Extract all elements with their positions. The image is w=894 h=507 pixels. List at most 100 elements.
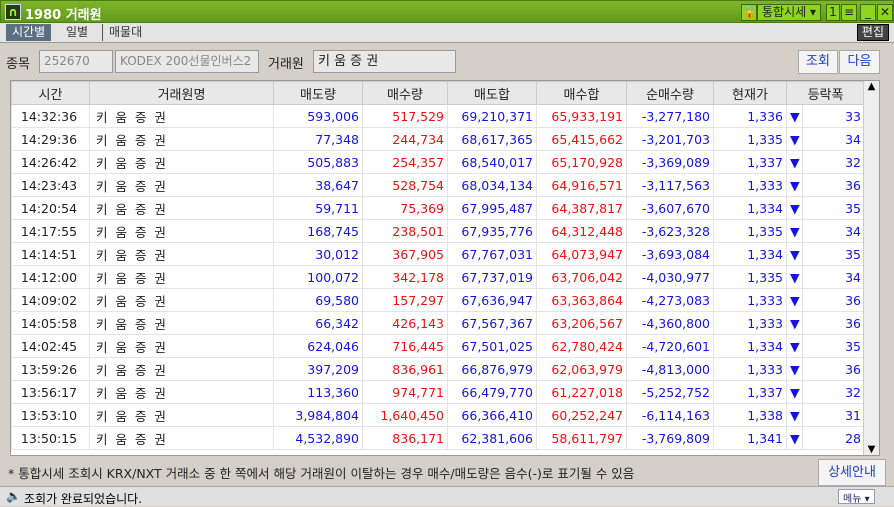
cell-7: 1,334 xyxy=(713,242,787,266)
cell-2: 624,046 xyxy=(273,334,363,358)
table-row[interactable]: 13:56:17 키 움 증 권 113,360 974,771 66,479,770 6… xyxy=(11,380,866,404)
screen-number-button[interactable]: 1 xyxy=(826,4,840,21)
column-header[interactable]: 등락폭 xyxy=(785,81,866,105)
cell-4: 67,501,025 xyxy=(447,334,537,358)
tab-by-time[interactable]: 시간별 xyxy=(6,24,52,41)
tab-daily[interactable]: 일별 xyxy=(60,24,94,41)
options-menu-icon[interactable]: ≡ xyxy=(841,4,857,21)
cell-8: 34 xyxy=(801,127,866,151)
cell-2: 593,006 xyxy=(273,104,363,128)
column-header[interactable]: 순매수량 xyxy=(626,81,714,105)
table-row[interactable]: 14:12:00 키 움 증 권 100,072 342,178 67,737,019 6… xyxy=(11,265,866,289)
cell-0: 13:53:10 xyxy=(11,403,90,427)
cell-4: 67,636,947 xyxy=(447,288,537,312)
down-arrow-icon: ▼ xyxy=(786,219,803,243)
cell-5: 64,387,817 xyxy=(536,196,627,220)
down-arrow-icon: ▼ xyxy=(786,173,803,197)
cell-6: -4,273,083 xyxy=(626,288,714,312)
table-row[interactable]: 14:29:36 키 움 증 권 77,348 244,734 68,617,365 65… xyxy=(11,127,866,151)
detail-guide-button[interactable]: 상세안내 xyxy=(818,459,886,486)
cell-7: 1,335 xyxy=(713,127,787,151)
down-arrow-icon: ▼ xyxy=(786,127,803,151)
menu-label: 메뉴 xyxy=(843,494,862,505)
table-row[interactable]: 14:20:54 키 움 증 권 59,711 75,369 67,995,487 64,… xyxy=(11,196,866,220)
column-header[interactable]: 현재가 xyxy=(713,81,787,105)
cell-5: 64,312,448 xyxy=(536,219,627,243)
table-row[interactable]: 14:14:51 키 움 증 권 30,012 367,905 67,767,031 64… xyxy=(11,242,866,266)
down-arrow-icon: ▼ xyxy=(786,426,803,450)
status-message: 조회가 완료되었습니다. xyxy=(24,492,143,506)
cell-2: 100,072 xyxy=(273,265,363,289)
cell-5: 58,611,797 xyxy=(536,426,627,450)
cell-8: 36 xyxy=(801,173,866,197)
cell-5: 65,933,191 xyxy=(536,104,627,128)
cell-3: 836,171 xyxy=(362,426,448,450)
broker-label: 거래원 xyxy=(268,57,304,72)
table-row[interactable]: 13:50:15 키 움 증 권 4,532,890 836,171 62,381,60… xyxy=(11,426,866,450)
cell-0: 13:56:17 xyxy=(11,380,90,404)
chevron-down-icon: ▾ xyxy=(809,5,817,19)
cell-8: 36 xyxy=(801,357,866,381)
stock-name-field: KODEX 200선물인버스2 xyxy=(115,50,259,73)
scroll-up-icon[interactable]: ▲ xyxy=(864,81,879,92)
table-row[interactable]: 14:09:02 키 움 증 권 69,580 157,297 67,636,947 63… xyxy=(11,288,866,312)
scroll-down-icon[interactable]: ▼ xyxy=(864,444,879,455)
menu-button[interactable]: 메뉴 ▾ xyxy=(838,489,875,505)
cell-6: -3,607,670 xyxy=(626,196,714,220)
table-row[interactable]: 14:02:45 키 움 증 권 624,046 716,445 67,501,025 6… xyxy=(11,334,866,358)
table-row[interactable]: 13:59:26 키 움 증 권 397,209 836,961 66,876,979 6… xyxy=(11,357,866,381)
cell-3: 517,529 xyxy=(362,104,448,128)
code-input[interactable]: 252670 xyxy=(39,50,113,73)
cell-4: 67,935,776 xyxy=(447,219,537,243)
column-header[interactable]: 매수량 xyxy=(362,81,448,105)
cell-8: 32 xyxy=(801,150,866,174)
cell-5: 63,363,864 xyxy=(536,288,627,312)
code-label: 종목 xyxy=(6,57,30,72)
column-header[interactable]: 매도량 xyxy=(273,81,363,105)
broker-input[interactable]: 키 움 증 권 xyxy=(313,50,456,73)
cell-6: -6,114,163 xyxy=(626,403,714,427)
table-row[interactable]: 13:53:10 키 움 증 권 3,984,804 1,640,450 66,366,… xyxy=(11,403,866,427)
cell-6: -4,720,601 xyxy=(626,334,714,358)
table-row[interactable]: 14:26:42 키 움 증 권 505,883 254,357 68,540,017 6… xyxy=(11,150,866,174)
cell-4: 69,210,371 xyxy=(447,104,537,128)
status-bar: 🔈 조회가 완료되었습니다. 메뉴 ▾ xyxy=(0,486,894,506)
tab-volume-profile[interactable]: 매물대 xyxy=(102,24,148,41)
cell-3: 238,501 xyxy=(362,219,448,243)
column-header[interactable]: 매도합 xyxy=(447,81,537,105)
cell-5: 61,227,018 xyxy=(536,380,627,404)
query-button[interactable]: 조회 xyxy=(798,50,838,74)
cell-4: 68,540,017 xyxy=(447,150,537,174)
cell-7: 1,337 xyxy=(713,380,787,404)
next-button[interactable]: 다음 xyxy=(839,50,880,74)
cell-8: 32 xyxy=(801,380,866,404)
lock-icon[interactable]: 🔒 xyxy=(741,4,757,21)
cell-0: 13:59:26 xyxy=(11,357,90,381)
edit-button[interactable]: 편집 xyxy=(856,24,889,41)
cell-2: 3,984,804 xyxy=(273,403,363,427)
column-header[interactable]: 거래원명 xyxy=(89,81,274,105)
table-row[interactable]: 14:23:43 키 움 증 권 38,647 528,754 68,034,134 64… xyxy=(11,173,866,197)
cell-6: -3,277,180 xyxy=(626,104,714,128)
table-row[interactable]: 14:17:55 키 움 증 권 168,745 238,501 67,935,776 6… xyxy=(11,219,866,243)
cell-3: 836,961 xyxy=(362,357,448,381)
minimize-button[interactable]: _ xyxy=(860,4,876,21)
market-select[interactable]: 통합시세 ▾ xyxy=(757,4,821,21)
broker-trade-table: 시간 거래원명 매도량 매수량 매도합 매수합 순매수량 현재가 등락폭 14:32:36 키 움… xyxy=(10,80,880,456)
cell-8: 35 xyxy=(801,242,866,266)
table-row[interactable]: 14:05:58 키 움 증 권 66,342 426,143 67,567,367 63… xyxy=(11,311,866,335)
cell-5: 65,415,662 xyxy=(536,127,627,151)
table-row[interactable]: 14:32:36 키 움 증 권 593,006 517,529 69,210,371 6… xyxy=(11,104,866,128)
column-header[interactable]: 매수합 xyxy=(536,81,627,105)
cell-4: 66,366,410 xyxy=(447,403,537,427)
cell-7: 1,333 xyxy=(713,173,787,197)
down-arrow-icon: ▼ xyxy=(786,380,803,404)
cell-4: 67,737,019 xyxy=(447,265,537,289)
down-arrow-icon: ▼ xyxy=(786,196,803,220)
column-header[interactable]: 시간 xyxy=(11,81,90,105)
vertical-scrollbar[interactable]: ▲ ▼ xyxy=(863,81,879,455)
cell-0: 14:12:00 xyxy=(11,265,90,289)
close-button[interactable]: ✕ xyxy=(877,4,893,21)
down-arrow-icon: ▼ xyxy=(786,357,803,381)
cell-3: 528,754 xyxy=(362,173,448,197)
